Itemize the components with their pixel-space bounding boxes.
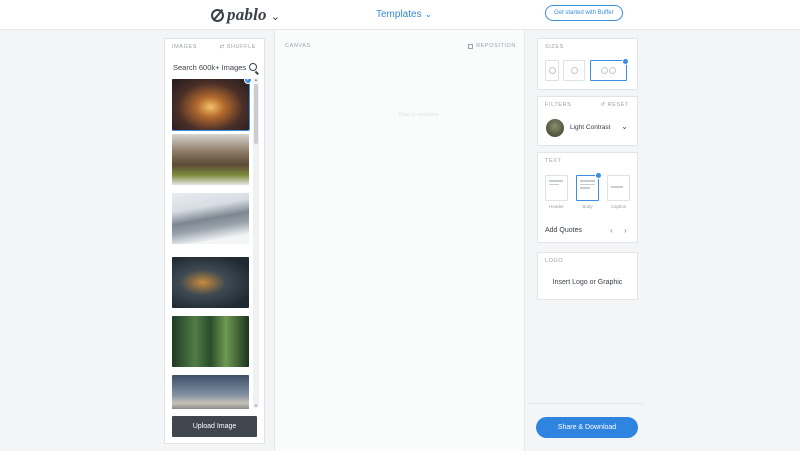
- reposition-button[interactable]: REPOSITION: [468, 43, 516, 49]
- thumbnail-green-forest[interactable]: [172, 316, 249, 367]
- templates-dropdown[interactable]: Templates ⌄: [376, 9, 432, 20]
- selected-check-icon: ✓: [244, 79, 251, 84]
- images-title: IMAGES: [172, 44, 197, 50]
- circle-icon: [548, 67, 556, 74]
- filter-select[interactable]: Light Contrast: [570, 124, 610, 131]
- scroll-up-icon[interactable]: ▲: [254, 77, 258, 82]
- text-style-caption-label: Caption: [610, 204, 627, 209]
- thumbnail-city-traffic[interactable]: [172, 257, 249, 308]
- size-portrait-option[interactable]: [563, 60, 585, 81]
- logo-panel: LOGO Insert Logo or Graphic: [537, 252, 638, 300]
- text-line: [580, 180, 595, 182]
- reposition-label: REPOSITION: [476, 43, 516, 49]
- text-title: TEXT: [545, 158, 562, 164]
- chevron-down-icon: ⌄: [270, 10, 280, 23]
- images-panel: IMAGES ⇄ SHUFFLE Search 600k+ Images ✓: [164, 38, 265, 444]
- text-line: [611, 186, 623, 188]
- thumbnail-night-road[interactable]: ✓: [172, 79, 251, 131]
- canvas-area[interactable]: CANVAS REPOSITION Drag to reposition: [274, 30, 525, 451]
- selected-check-icon: [622, 58, 629, 65]
- text-style-caption[interactable]: [607, 175, 630, 201]
- text-line: [549, 183, 559, 185]
- pablo-logo[interactable]: pablo ⌄: [211, 5, 280, 25]
- size-landscape-option[interactable]: [590, 58, 629, 81]
- logo-title: LOGO: [545, 258, 564, 264]
- shuffle-icon: ⇄: [219, 44, 225, 50]
- size-square-option[interactable]: [545, 60, 559, 81]
- thumbnail-snowy-hill[interactable]: [172, 193, 249, 244]
- circle-icon: [570, 67, 578, 74]
- text-line: [580, 183, 595, 185]
- thumbnail-sea-sunset[interactable]: [172, 375, 249, 409]
- text-line: [580, 187, 590, 189]
- scroll-down-icon[interactable]: ▼: [254, 403, 258, 408]
- images-scrollbar[interactable]: ▲ ▼: [253, 77, 259, 408]
- text-panel: TEXT Header Body Caption Add Quotes ‹ ›: [537, 152, 638, 243]
- chevron-down-icon: ⌄: [424, 9, 433, 19]
- scrollbar-thumb[interactable]: [254, 84, 258, 144]
- text-style-header[interactable]: [545, 175, 568, 201]
- chevron-left-icon[interactable]: ‹: [610, 226, 613, 235]
- canvas-hint: Drag to reposition: [399, 112, 439, 118]
- chevron-down-icon[interactable]: ⌄: [621, 122, 628, 131]
- image-search[interactable]: Search 600k+ Images: [173, 61, 257, 73]
- text-style-body-label: Body: [582, 204, 593, 209]
- shuffle-button[interactable]: ⇄ SHUFFLE: [220, 44, 256, 50]
- insert-logo-button[interactable]: Insert Logo or Graphic: [538, 279, 637, 286]
- shuffle-label: SHUFFLE: [226, 44, 256, 50]
- reposition-icon: [468, 43, 474, 49]
- search-input[interactable]: Search 600k+ Images: [173, 63, 246, 72]
- logo-text: pablo: [227, 5, 267, 24]
- chevron-right-icon[interactable]: ›: [624, 226, 627, 235]
- sizes-panel: SIZES: [537, 38, 638, 90]
- selected-check-icon: [595, 172, 602, 179]
- filters-panel: FILTERS ↺ RESET Light Contrast ⌄: [537, 96, 638, 146]
- search-icon[interactable]: [249, 63, 257, 71]
- templates-label: Templates: [376, 9, 422, 20]
- sizes-title: SIZES: [545, 44, 564, 50]
- filters-title: FILTERS: [545, 102, 572, 108]
- pablo-logo-icon: [211, 8, 224, 22]
- top-header: pablo ⌄ Templates ⌄ Get started with Buf…: [0, 0, 800, 30]
- circle-icon: [601, 67, 608, 74]
- get-started-button[interactable]: Get started with Buffer: [545, 5, 623, 21]
- upload-image-button[interactable]: Upload Image: [172, 416, 257, 437]
- canvas-title: CANVAS: [285, 43, 311, 49]
- circle-icon: [609, 67, 616, 74]
- thumbnail-forest-path[interactable]: [172, 134, 249, 185]
- add-quotes-button[interactable]: Add Quotes: [545, 227, 582, 234]
- image-thumbnail-list[interactable]: ✓: [172, 79, 251, 409]
- filter-reset-button[interactable]: ↺ RESET: [600, 102, 629, 108]
- text-style-body[interactable]: [576, 172, 602, 201]
- reset-label: RESET: [607, 102, 629, 108]
- text-style-header-label: Header: [549, 204, 564, 209]
- share-download-button[interactable]: Share & Download: [536, 417, 638, 438]
- text-line: [549, 180, 563, 182]
- filter-preview-thumbnail[interactable]: [546, 119, 564, 137]
